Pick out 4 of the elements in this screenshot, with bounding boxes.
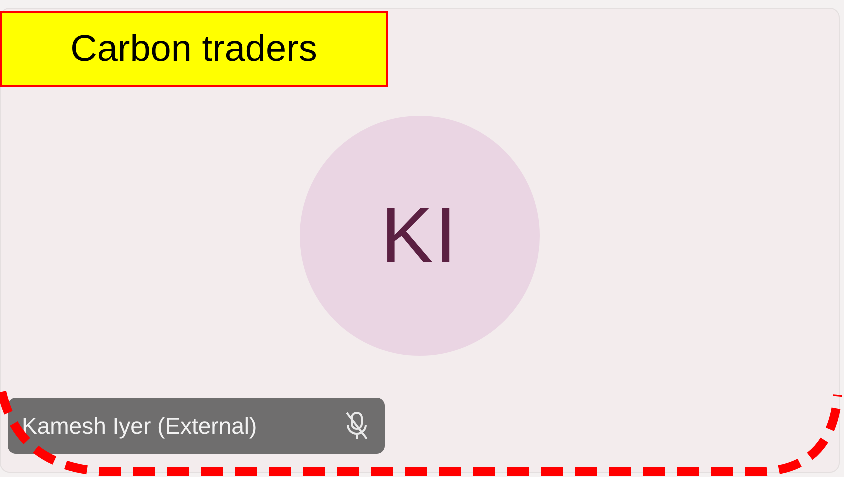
annotation-label: Carbon traders bbox=[0, 11, 388, 87]
mic-off-icon[interactable] bbox=[345, 411, 369, 441]
avatar-initials: KI bbox=[381, 190, 459, 281]
participant-name: Kamesh Iyer (External) bbox=[22, 412, 258, 440]
